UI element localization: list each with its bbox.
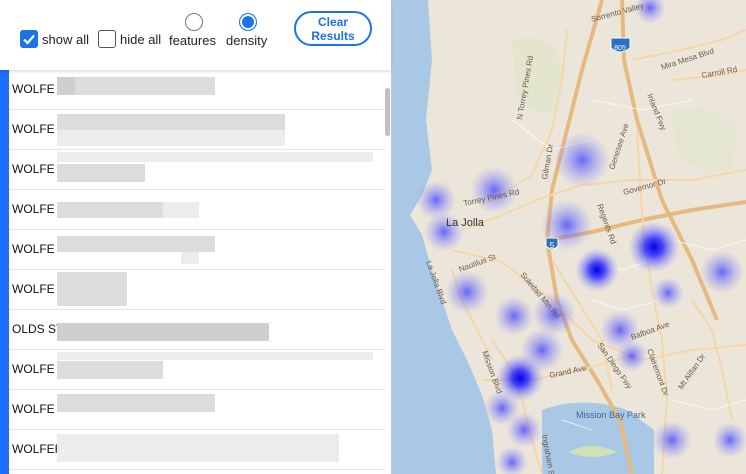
list-item[interactable]: WOLFE [9, 230, 386, 270]
density-label: density [226, 33, 268, 48]
map-canvas[interactable]: 5 805 La Jolla Torrey Pines Rd N Torrey … [392, 0, 746, 474]
result-name: OLDS ST [12, 322, 64, 336]
redacted-block [181, 252, 199, 264]
carroll-rd-label: Carroll Rd [701, 65, 738, 80]
result-name: WOLFE [12, 122, 55, 136]
show-all-label: show all [42, 32, 89, 47]
features-radio[interactable] [185, 13, 203, 31]
list-item[interactable]: WOLFE [9, 110, 386, 150]
gilman-dr-label: Gilman Dr [540, 143, 555, 180]
result-name: WOLFE [12, 402, 55, 416]
redacted-block [75, 77, 215, 95]
redacted-block [57, 434, 339, 462]
i805-shield: 805 [610, 37, 631, 53]
list-item[interactable]: OLDS ST [9, 310, 386, 350]
redacted-block [57, 272, 127, 306]
park-area [672, 107, 737, 171]
result-name: WOLFE [12, 242, 55, 256]
redacted-block [57, 152, 373, 162]
result-name: WOLFE [12, 82, 55, 96]
svg-text:805: 805 [614, 45, 626, 52]
redacted-block [57, 323, 269, 341]
density-radio[interactable] [239, 13, 257, 31]
redacted-block [163, 202, 199, 218]
redacted-block [57, 77, 75, 95]
checkmark-icon [23, 34, 35, 45]
result-name: WOLFE [12, 162, 55, 176]
redacted-block [57, 164, 145, 182]
mt-alifan-dr-label: Mt Alifan Dr [676, 352, 707, 391]
redacted-block [57, 394, 215, 412]
redacted-block [57, 236, 215, 252]
mira-mesa-blvd-label: Mira Mesa Blvd [660, 46, 715, 72]
scrollbar-thumb[interactable] [385, 88, 390, 136]
clear-results-button[interactable]: Clear Results [294, 11, 372, 46]
list-item[interactable]: WOLFE [9, 70, 386, 110]
redacted-block [57, 202, 163, 218]
show-all-checkbox[interactable] [20, 30, 38, 48]
result-name: WOLFE [12, 362, 55, 376]
selection-accent-bar [0, 70, 9, 474]
list-item[interactable]: WOLFE [9, 190, 386, 230]
map-view[interactable]: 5 805 La Jolla Torrey Pines Rd N Torrey … [392, 0, 746, 474]
redacted-block [57, 114, 285, 130]
list-item[interactable]: WOLFE [9, 390, 386, 430]
result-name: WOLFE [12, 202, 55, 216]
la-jolla-label: La Jolla [446, 217, 485, 229]
results-scrollbar[interactable] [383, 88, 391, 474]
regents-rd-label: Regents Rd [595, 203, 618, 246]
mission-bay-park-label: Mission Bay Park [576, 410, 646, 420]
redacted-block [57, 352, 373, 360]
list-item[interactable]: WOLFE [9, 150, 386, 190]
hide-all-label: hide all [120, 32, 162, 47]
list-item[interactable]: WOLFE [9, 270, 386, 310]
features-label: features [169, 33, 216, 48]
controls-bar: show all hide all features density Clear… [0, 0, 391, 70]
results-panel: show all hide all features density Clear… [0, 0, 392, 474]
inland-fwy-label: Inland Fwy [645, 92, 668, 131]
list-item[interactable]: WOLFE [9, 350, 386, 390]
redacted-block [57, 361, 163, 379]
hide-all-checkbox[interactable] [98, 30, 116, 48]
list-item[interactable]: WOLFER [9, 430, 386, 470]
results-list: WOLFE WOLFE WOLFE WOLFE WOLFE WOLFE OLDS… [0, 70, 391, 474]
svg-text:5: 5 [550, 241, 555, 250]
result-name: WOLFER [12, 442, 64, 456]
result-name: WOLFE [12, 282, 55, 296]
genesee-ave-label: Genesee Ave [607, 122, 631, 171]
redacted-block [57, 130, 285, 146]
